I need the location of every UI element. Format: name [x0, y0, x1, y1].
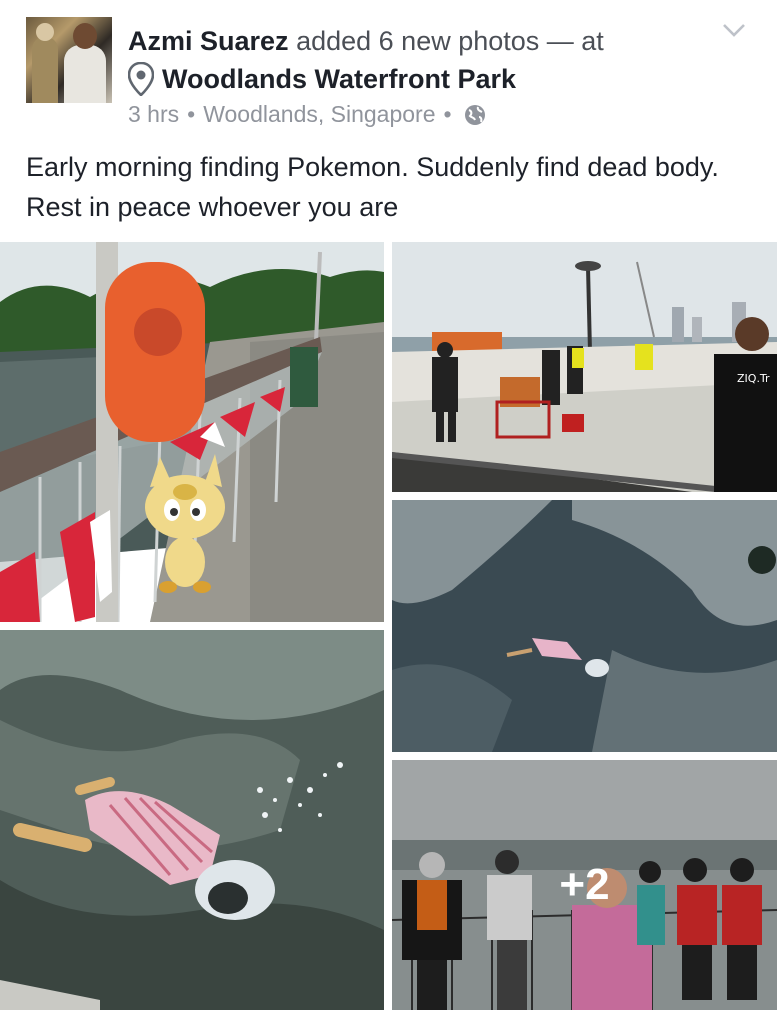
- author-name[interactable]: Azmi Suarez: [128, 26, 289, 56]
- post-header: Azmi Suarez added 6 new photos — at Wood…: [0, 0, 777, 140]
- chevron-down-icon[interactable]: [722, 22, 746, 38]
- post-text: Early morning finding Pokemon. Suddenly …: [26, 152, 719, 222]
- avatar-person-left: [32, 37, 58, 103]
- author-line: Azmi Suarez added 6 new photos — at: [128, 24, 604, 58]
- meta-separator: •: [187, 101, 196, 127]
- avatar-head-right: [73, 23, 97, 49]
- post-place: Woodlands, Singapore: [203, 101, 436, 127]
- photo-water-far[interactable]: [392, 500, 777, 752]
- avatar-head-left: [36, 23, 54, 41]
- more-photos-overlay[interactable]: +2: [392, 760, 777, 1010]
- post-action: added 6 new photos — at: [296, 26, 604, 56]
- location-name[interactable]: Woodlands Waterfront Park: [162, 64, 516, 95]
- post-time[interactable]: 3 hrs: [128, 101, 179, 128]
- globe-icon: [464, 104, 485, 125]
- map-pin-icon: [128, 62, 154, 96]
- photo-rescue-jetty[interactable]: ZIQ.Tr: [392, 242, 777, 492]
- post-meta: 3 hrs • Woodlands, Singapore •: [128, 101, 486, 128]
- photo-spectators-more[interactable]: +2: [392, 760, 777, 1010]
- shirt-print-text: ZIQ.Tr: [737, 372, 770, 385]
- location-line[interactable]: Woodlands Waterfront Park: [128, 60, 516, 98]
- photo-bridge-pokemon[interactable]: [0, 242, 384, 622]
- meta-separator: •: [443, 101, 452, 127]
- avatar[interactable]: [26, 17, 112, 103]
- photo-water-closeup[interactable]: [0, 630, 384, 1010]
- avatar-person-right: [64, 45, 106, 103]
